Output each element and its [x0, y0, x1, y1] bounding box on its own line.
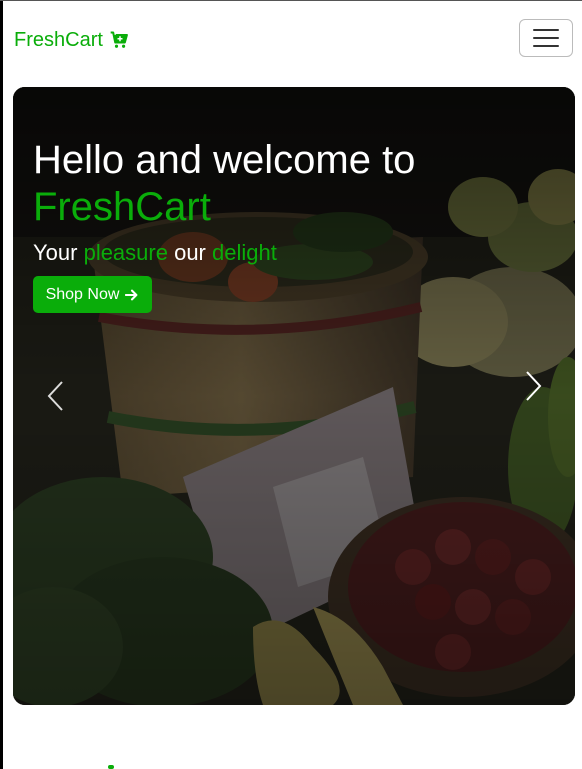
- brand-link[interactable]: FreshCart: [14, 28, 129, 52]
- navbar-toggler-button[interactable]: [519, 19, 573, 57]
- hero-subtitle-part1: Your: [33, 240, 84, 265]
- shop-now-label: Shop Now: [45, 285, 120, 303]
- navbar: FreshCart: [3, 1, 582, 79]
- hero-title-highlight: FreshCart: [33, 185, 211, 229]
- hero-title: Hello and welcome to FreshCart: [33, 137, 453, 231]
- brand-name: FreshCart: [14, 29, 103, 51]
- viewport-edge: [0, 0, 3, 769]
- cart-plus-icon: [110, 31, 128, 48]
- hamburger-menu-icon: [533, 28, 559, 48]
- hero-carousel: Hello and welcome to FreshCart Your plea…: [13, 87, 575, 705]
- carousel-next-button[interactable]: [518, 366, 548, 406]
- carousel-prev-button[interactable]: [40, 376, 70, 416]
- next-section-peek: [108, 765, 114, 769]
- shop-now-button[interactable]: Shop Now: [33, 276, 152, 313]
- hero-subtitle-pleasure: pleasure: [83, 240, 168, 265]
- arrow-right-icon: [125, 289, 138, 300]
- hero-subtitle-part3: our: [167, 240, 212, 265]
- hero-subtitle: Your pleasure our delight: [33, 239, 277, 267]
- hero-title-prefix: Hello and welcome to: [33, 138, 416, 182]
- chevron-left-icon: [47, 381, 63, 411]
- chevron-right-icon: [526, 371, 542, 401]
- hero-subtitle-delight: delight: [212, 240, 277, 265]
